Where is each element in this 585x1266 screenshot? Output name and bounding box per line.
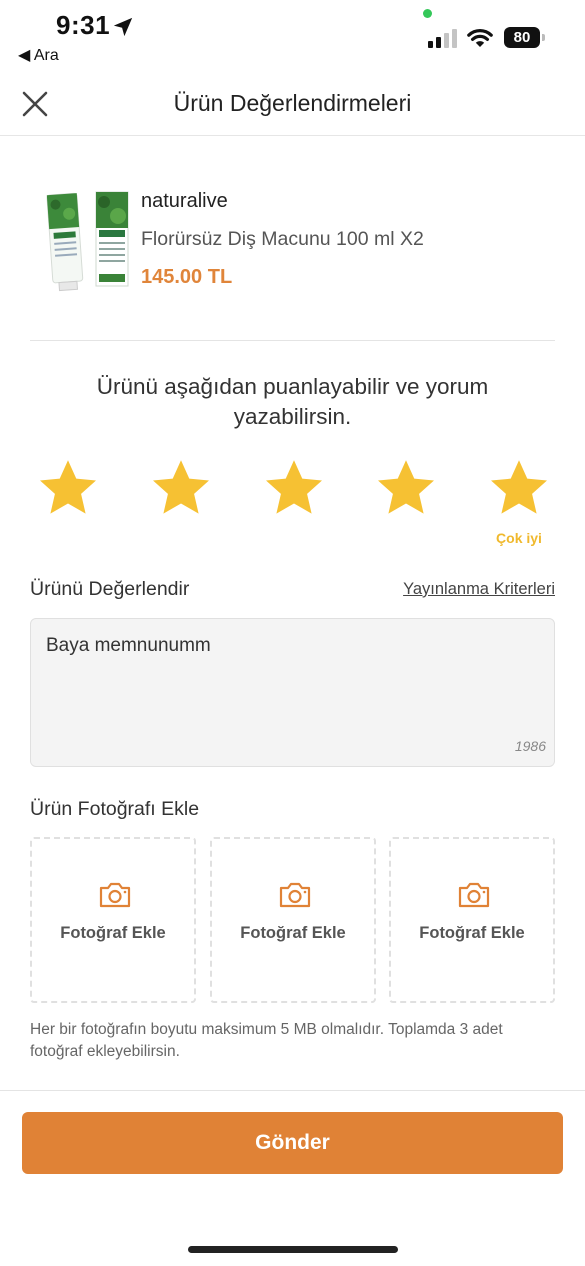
photo-slots: Fotoğraf Ekle Fotoğraf Ekle Fotoğraf Ekl… xyxy=(30,837,555,1003)
product-summary: naturalive Florürsüz Diş Macunu 100 ml X… xyxy=(30,176,555,306)
camera-icon xyxy=(458,882,490,908)
wifi-icon xyxy=(467,29,493,47)
status-bar: 9:31 ◀ Ara 80 xyxy=(0,0,585,80)
review-textarea[interactable]: Baya memnunumm 1986 xyxy=(30,618,555,767)
submit-button[interactable]: Gönder xyxy=(22,1112,563,1174)
home-indicator[interactable] xyxy=(188,1246,398,1253)
character-counter: 1986 xyxy=(514,738,546,754)
publishing-criteria-link[interactable]: Yayınlanma Kriterleri xyxy=(403,580,555,599)
photo-section-title: Ürün Fotoğrafı Ekle xyxy=(30,798,200,820)
add-photo-label: Fotoğraf Ekle xyxy=(419,924,525,942)
star-icon[interactable] xyxy=(149,456,213,520)
divider xyxy=(30,340,555,341)
battery-level: 80 xyxy=(504,27,540,48)
product-price: 145.00 TL xyxy=(141,266,233,288)
privacy-indicator-dot xyxy=(423,9,432,18)
status-time: 9:31 xyxy=(56,10,111,40)
add-photo-button[interactable]: Fotoğraf Ekle xyxy=(389,837,555,1003)
location-arrow-icon xyxy=(113,17,133,37)
product-image xyxy=(46,191,129,292)
photo-note: Her bir fotoğrafın boyutu maksimum 5 MB … xyxy=(30,1021,503,1060)
battery-tip xyxy=(542,34,545,41)
product-brand: naturalive xyxy=(141,190,228,212)
divider xyxy=(0,1090,585,1091)
page-title: Ürün Değerlendirmeleri xyxy=(173,90,412,116)
add-photo-label: Fotoğraf Ekle xyxy=(60,924,166,942)
star-icon[interactable] xyxy=(487,456,551,520)
review-text: Baya memnunumm xyxy=(46,635,211,656)
nav-bar: Ürün Değerlendirmeleri xyxy=(0,80,585,136)
add-photo-button[interactable]: Fotoğraf Ekle xyxy=(210,837,376,1003)
product-name: Florürsüz Diş Macunu 100 ml X2 xyxy=(141,228,424,250)
rating-prompt: Ürünü aşağıdan puanlayabilir ve yorum ya… xyxy=(96,374,489,429)
rating-label: Çok iyi xyxy=(496,530,542,546)
back-to-app-link[interactable]: ◀ Ara xyxy=(18,45,59,65)
camera-icon xyxy=(99,882,131,908)
star-icon[interactable] xyxy=(36,456,100,520)
star-icon[interactable] xyxy=(374,456,438,520)
battery-icon: 80 xyxy=(504,27,546,48)
camera-icon xyxy=(279,882,311,908)
review-section-title: Ürünü Değerlendir xyxy=(30,578,190,600)
add-photo-label: Fotoğraf Ekle xyxy=(240,924,346,942)
add-photo-button[interactable]: Fotoğraf Ekle xyxy=(30,837,196,1003)
cellular-signal-icon xyxy=(428,29,457,48)
star-icon[interactable] xyxy=(262,456,326,520)
star-rating xyxy=(0,456,585,526)
